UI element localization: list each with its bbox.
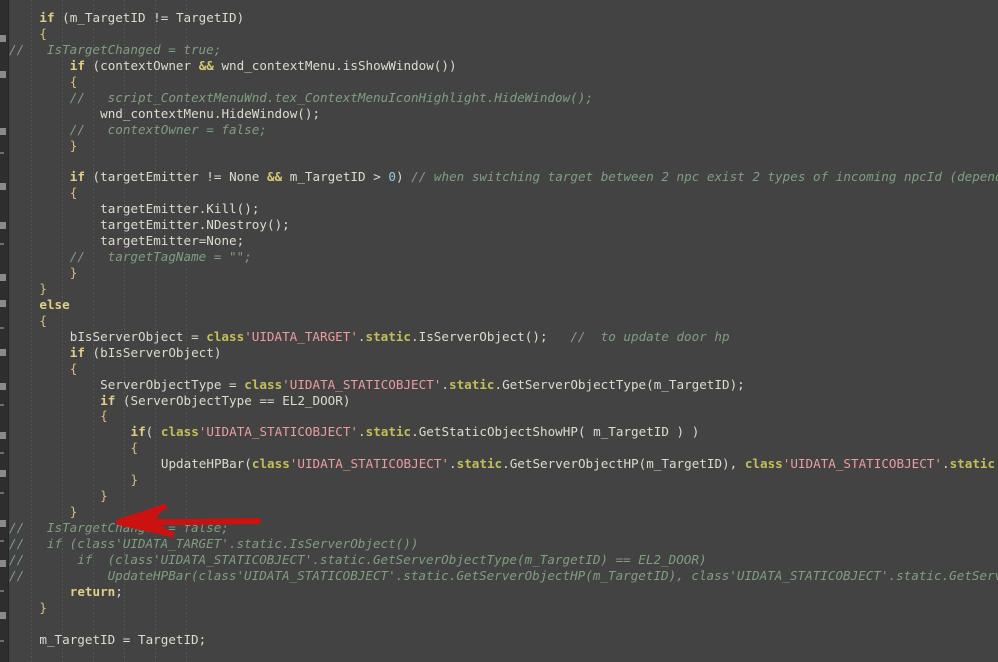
gutter-marker [0, 35, 6, 42]
code-line: } [69, 265, 78, 280]
code-line: targetEmitter.Kill(); [100, 201, 260, 217]
code-line: if (contextOwner && wnd_contextMenu.isSh… [69, 57, 457, 73]
gutter-marker-small [0, 492, 4, 494]
code-line: if (bIsServerObject) [69, 344, 222, 360]
code-line: // if (class'UIDATA_STATICOBJECT'.static… [9, 551, 707, 567]
code-surface[interactable]: if (m_TargetID != TargetID) {// IsTarget… [9, 0, 998, 662]
gutter-marker [0, 300, 6, 307]
code-line: } [130, 472, 139, 488]
gutter-marker-small [0, 243, 4, 245]
gutter-marker [0, 612, 6, 619]
gutter-marker [0, 71, 6, 78]
code-line: targetEmitter.NDestroy(); [100, 217, 290, 233]
code-editor-window: if (m_TargetID != TargetID) {// IsTarget… [0, 0, 998, 662]
gutter-marker-small [0, 540, 4, 542]
code-line: // targetTagName = ""; [69, 249, 252, 265]
gutter-marker [0, 432, 6, 439]
code-line: { [100, 408, 108, 424]
code-line: } [69, 504, 78, 520]
code-line: if (targetEmitter != None && m_TargetID … [69, 169, 998, 185]
gutter-marker [0, 222, 6, 229]
gutter-marker [0, 274, 6, 281]
code-line: if (ServerObjectType == EL2_DOOR) [100, 392, 351, 408]
code-line: } [39, 599, 47, 615]
gutter-marker [0, 520, 6, 527]
gutter-marker [0, 183, 6, 190]
code-line: targetEmitter=None; [100, 233, 245, 249]
code-line: { [69, 185, 78, 201]
code-line: UpdateHPBar(class'UIDATA_STATICOBJECT'.s… [160, 456, 998, 472]
code-line: { [39, 312, 47, 328]
code-line: { [69, 360, 78, 376]
gutter-marker [0, 349, 6, 356]
code-line: // contextOwner = false; [69, 121, 267, 137]
code-line: wnd_contextMenu.HideWindow(); [100, 105, 321, 121]
code-line: // script_ContextMenuWnd.tex_ContextMenu… [69, 89, 593, 105]
code-line: // IsTargetChanged = true; [9, 41, 222, 57]
code-line: m_TargetID = TargetID; [39, 631, 207, 647]
gutter-marker-small [0, 452, 4, 454]
editor-marker-gutter[interactable] [0, 0, 9, 662]
gutter-marker-small [0, 590, 4, 592]
code-line: { [39, 25, 47, 41]
gutter-marker-small [0, 327, 4, 329]
gutter-marker [0, 383, 6, 390]
gutter-marker [0, 470, 6, 477]
code-line: } [69, 137, 78, 153]
code-line: ServerObjectType = class'UIDATA_STATICOB… [100, 376, 745, 392]
code-line: { [69, 73, 78, 89]
code-text[interactable]: if (m_TargetID != TargetID) {// IsTarget… [9, 0, 998, 662]
code-line: { [130, 440, 139, 456]
gutter-marker [0, 560, 6, 567]
code-line: if( class'UIDATA_STATICOBJECT'.static.Ge… [130, 424, 700, 440]
code-line: if (m_TargetID != TargetID) [39, 10, 245, 25]
gutter-marker [0, 128, 6, 135]
gutter-marker-small [0, 640, 4, 642]
code-line: else [39, 296, 70, 312]
gutter-marker-small [0, 404, 4, 406]
code-line: // IsTargetChanged = false; [9, 520, 229, 535]
code-line: // if (class'UIDATA_TARGET'.static.IsSer… [9, 535, 419, 551]
code-line: } [39, 280, 47, 296]
code-line: // UpdateHPBar(class'UIDATA_STATICOBJECT… [9, 567, 998, 583]
code-line: return; [69, 583, 123, 599]
code-line: } [100, 488, 108, 504]
code-line: bIsServerObject = class'UIDATA_TARGET'.s… [69, 328, 730, 344]
gutter-marker-small [0, 152, 4, 154]
